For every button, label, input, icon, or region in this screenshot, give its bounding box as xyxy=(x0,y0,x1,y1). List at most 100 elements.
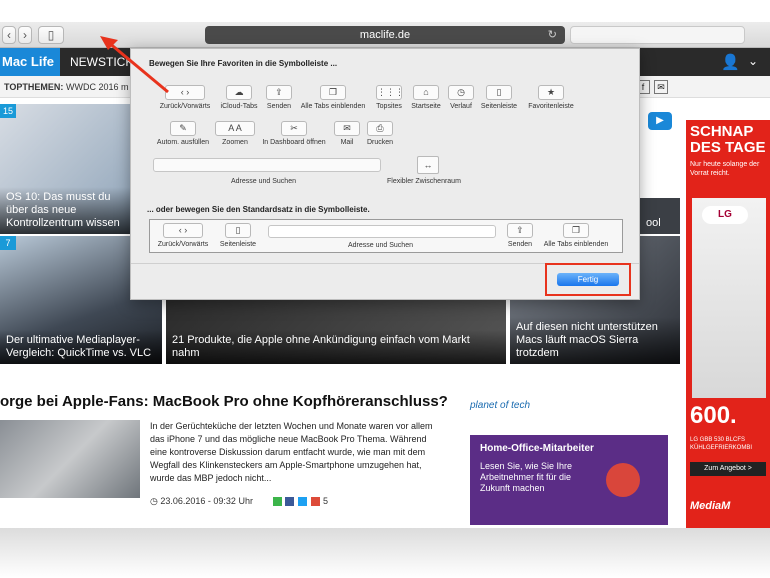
sheet-title: Bewegen Sie Ihre Favoriten in die Symbol… xyxy=(149,59,338,68)
window-shadow xyxy=(0,528,770,578)
ad-title: Home-Office-Mitarbeiter xyxy=(480,443,594,454)
topic-link[interactable]: WWDC 2016 m xyxy=(66,76,129,98)
toolbar-item-topsites[interactable]: ⋮⋮⋮ Topsites xyxy=(371,85,407,110)
item-label: Startseite xyxy=(411,103,441,110)
ad-offer-button[interactable]: Zum Angebot > xyxy=(690,462,766,476)
clock-icon: ◷ xyxy=(150,496,158,506)
toolbar-item-mail[interactable]: ✉ Mail xyxy=(331,121,363,146)
default-item-sidebar: ▯ Seitenleiste xyxy=(214,223,262,248)
item-label: Alle Tabs einblenden xyxy=(300,103,366,110)
flexible-space-label: Flexibler Zwischenraum xyxy=(387,178,461,185)
toolbar-item-bookmarks-bar[interactable]: ★ Favoritenleiste xyxy=(523,85,579,110)
mail-icon[interactable]: ✉ xyxy=(654,80,668,94)
facebook-icon[interactable] xyxy=(285,497,295,507)
flexible-space-icon: ↔ xyxy=(423,160,433,170)
browser-toolbar: ‹ › ▯ maclife.de ↻ xyxy=(0,22,770,48)
toolbar-empty-area xyxy=(570,26,745,44)
default-item-address-field xyxy=(268,225,496,238)
toolbar-item-back-forward[interactable]: ‹ › Zurück/Vorwärts xyxy=(153,85,217,110)
toolbar-item-print[interactable]: ⎙ Drucken xyxy=(361,121,399,146)
ad-banner-mediamarkt[interactable]: SCHNAP DES TAGE Nur heute solange der Vo… xyxy=(686,120,770,528)
mail-icon: ✉ xyxy=(334,121,360,136)
twitter-icon[interactable] xyxy=(298,497,307,507)
topsites-icon: ⋮⋮⋮ xyxy=(376,85,404,100)
ad-price: 600. xyxy=(690,402,737,429)
planet-of-tech-logo[interactable]: planet of tech xyxy=(470,400,530,411)
tile-caption: ool xyxy=(646,217,661,229)
item-label: Verlauf xyxy=(450,103,472,110)
toolbar-item-autofill[interactable]: ✎ Autom. ausfüllen xyxy=(153,121,213,146)
item-label: Topsites xyxy=(376,103,402,110)
ad-model: LG GBB 530 BLCFS KÜHLGEFRIERKOMBI xyxy=(690,437,753,451)
whatsapp-icon[interactable] xyxy=(272,497,282,507)
default-item-all-tabs: ❐ Alle Tabs einblenden xyxy=(538,223,614,248)
all-tabs-icon: ❐ xyxy=(563,223,589,238)
article-tile[interactable]: 21 Produkte, die Apple ohne Ankündigung … xyxy=(166,300,506,364)
back-button[interactable]: ‹ xyxy=(2,26,16,44)
toolbar-item-flexible-space[interactable]: ↔ xyxy=(417,156,439,174)
share-icon: ⇪ xyxy=(266,85,292,100)
item-label: Drucken xyxy=(366,139,394,146)
default-toolbar-set[interactable]: ‹ › Zurück/Vorwärts ▯ Seitenleiste Adres… xyxy=(149,219,623,253)
ad-body: Lesen Sie, wie Sie Ihre Arbeitnehmer fit… xyxy=(480,461,573,493)
toolbar-item-dashboard[interactable]: ✂ In Dashboard öffnen xyxy=(257,121,331,146)
user-icon[interactable]: 👤 xyxy=(721,53,740,71)
autofill-icon: ✎ xyxy=(170,121,196,136)
site-logo[interactable]: Mac Life xyxy=(0,48,60,76)
default-item-share: ⇪ Senden xyxy=(502,223,538,248)
toolbar-item-zoom[interactable]: A A Zoomen xyxy=(215,121,255,146)
article-meta: ◷ 23.06.2016 - 09:32 Uhr 5 xyxy=(150,496,328,507)
default-item-back-forward: ‹ › Zurück/Vorwärts xyxy=(152,223,214,248)
sidebar-toggle-button[interactable]: ▯ xyxy=(38,26,64,44)
item-label: Zurück/Vorwärts xyxy=(157,241,209,248)
address-bar[interactable]: maclife.de ↻ xyxy=(205,26,565,44)
chevron-down-icon[interactable]: ⌄ xyxy=(748,54,758,68)
item-label: Seitenleiste xyxy=(480,103,518,110)
url-text: maclife.de xyxy=(359,29,411,41)
toolbar-item-address-field[interactable] xyxy=(153,158,381,172)
toolbar-item-share[interactable]: ⇪ Senden xyxy=(261,85,297,110)
item-label: Autom. ausfüllen xyxy=(156,139,210,146)
address-label: Adresse und Suchen xyxy=(231,178,296,185)
item-label: Alle Tabs einblenden xyxy=(543,241,609,248)
bookmarks-bar-icon: ★ xyxy=(538,85,564,100)
all-tabs-icon: ❐ xyxy=(320,85,346,100)
done-highlight-box: Fertig xyxy=(545,263,631,296)
toolbar-item-icloud-tabs[interactable]: ☁ iCloud-Tabs xyxy=(215,85,263,110)
article-image[interactable] xyxy=(0,420,140,498)
article-tile[interactable]: ool xyxy=(640,198,680,234)
dashboard-icon: ✂ xyxy=(281,121,307,136)
lg-logo: LG xyxy=(702,206,748,224)
reload-icon[interactable]: ↻ xyxy=(548,26,557,44)
topics-label: TOPTHEMEN: xyxy=(4,82,64,92)
article-date: 23.06.2016 - 09:32 Uhr xyxy=(160,496,253,506)
item-label: Senden xyxy=(266,103,292,110)
sidebar-icon: ▯ xyxy=(225,223,251,238)
count-badge: 15 xyxy=(0,104,16,118)
googleplus-icon[interactable] xyxy=(310,497,320,507)
history-icon: ◷ xyxy=(448,85,474,100)
default-address-label: Adresse und Suchen xyxy=(348,242,413,249)
article-headline[interactable]: orge bei Apple-Fans: MacBook Pro ohne Ko… xyxy=(0,393,448,410)
ad-banner-home-office[interactable]: Home-Office-Mitarbeiter Lesen Sie, wie S… xyxy=(470,435,668,525)
toolbar-item-home[interactable]: ⌂ Startseite xyxy=(407,85,445,110)
sidebar-icon: ▯ xyxy=(486,85,512,100)
icloud-icon: ☁ xyxy=(226,85,252,100)
toolbar-item-history[interactable]: ◷ Verlauf xyxy=(445,85,477,110)
item-label: Senden xyxy=(507,241,533,248)
customize-toolbar-sheet: Bewegen Sie Ihre Favoriten in die Symbol… xyxy=(130,48,640,300)
toolbar-item-sidebar[interactable]: ▯ Seitenleiste xyxy=(477,85,521,110)
back-forward-icon: ‹ › xyxy=(165,85,205,100)
ad-illustration xyxy=(606,463,640,497)
ad-headline: SCHNAP DES TAGE xyxy=(690,123,766,156)
video-play-icon[interactable]: ▶ xyxy=(648,112,672,130)
toolbar-item-all-tabs[interactable]: ❐ Alle Tabs einblenden xyxy=(295,85,371,110)
article-tile[interactable]: 15 OS 10: Das musst du über das neue Kon… xyxy=(0,104,130,234)
tile-caption: OS 10: Das musst du über das neue Kontro… xyxy=(0,187,130,234)
done-button[interactable]: Fertig xyxy=(557,273,619,286)
ad-subline: Nur heute solange der Vorrat reicht. xyxy=(690,161,760,177)
tile-caption: Auf diesen nicht unterstützen Macs läuft… xyxy=(510,317,680,364)
default-set-title: ... oder bewegen Sie den Standardsatz in… xyxy=(147,205,370,214)
comment-count: 5 xyxy=(323,496,329,506)
forward-button[interactable]: › xyxy=(18,26,32,44)
